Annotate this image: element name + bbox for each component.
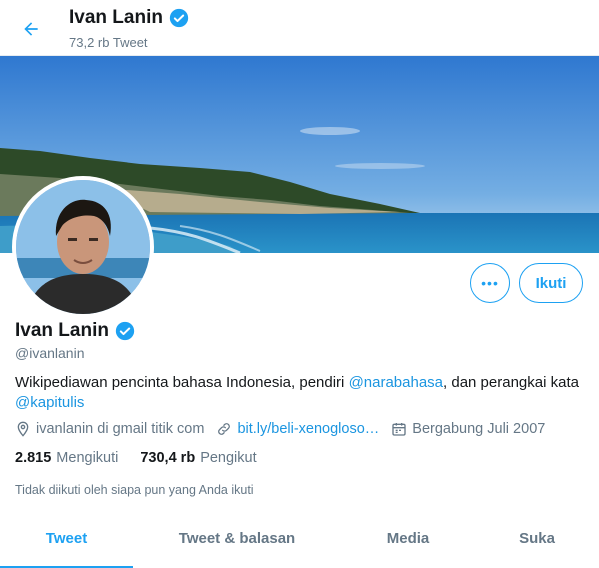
profile-header-bar: Ivan Lanin 73,2 rb Tweet [0, 0, 599, 56]
location-text: ivanlanin di gmail titik com [36, 421, 205, 437]
tab-likes[interactable]: Suka [475, 517, 599, 568]
profile-meta: ivanlanin di gmail titik com bit.ly/beli… [15, 421, 557, 437]
follow-button[interactable]: Ikuti [519, 263, 583, 303]
profile-name: Ivan Lanin [15, 320, 135, 342]
followers-label: Pengikut [200, 450, 257, 466]
profile-name-text: Ivan Lanin [15, 320, 109, 341]
back-button[interactable] [14, 12, 48, 46]
following-label: Mengikuti [56, 450, 119, 466]
following-link[interactable]: 2.815 Mengikuti [15, 450, 118, 466]
profile-stats: 2.815 Mengikuti 730,4 rb Pengikut [15, 450, 279, 466]
profile-website: bit.ly/beli-xenogloso… [216, 421, 379, 437]
joined-text: Bergabung Juli 2007 [412, 421, 546, 437]
followers-count: 730,4 rb [140, 450, 196, 466]
avatar-photo [16, 180, 150, 314]
profile-tabs: Tweet Tweet & balasan Media Suka [0, 517, 599, 568]
profile-handle: @ivanlanin [15, 345, 85, 361]
profile-location: ivanlanin di gmail titik com [15, 421, 204, 437]
verified-badge-icon [115, 321, 135, 341]
header-title: Ivan Lanin [69, 7, 189, 29]
tab-media[interactable]: Media [341, 517, 475, 568]
more-options-button[interactable]: ••• [470, 263, 510, 303]
following-count: 2.815 [15, 450, 52, 466]
mention-link-narabahasa[interactable]: @narabahasa [349, 374, 443, 391]
profile-joined: Bergabung Juli 2007 [391, 421, 545, 437]
header-tweet-count: 73,2 rb Tweet [69, 35, 148, 50]
follow-button-label: Ikuti [535, 274, 567, 292]
mention-link-kapitulis[interactable]: @kapitulis [15, 394, 84, 411]
header-name: Ivan Lanin [69, 7, 163, 28]
bio-text: Wikipediawan pencinta bahasa Indonesia, … [15, 374, 349, 391]
more-dots-icon: ••• [481, 275, 499, 291]
verified-badge-icon [169, 8, 189, 28]
calendar-icon [392, 423, 406, 436]
profile-avatar[interactable] [12, 176, 154, 318]
location-pin-icon [17, 421, 29, 437]
back-arrow-icon [24, 22, 38, 36]
profile-bio: Wikipediawan pencinta bahasa Indonesia, … [15, 373, 585, 413]
tab-tweet[interactable]: Tweet [0, 517, 133, 568]
bio-text-mid: , dan perangkai kata [443, 374, 579, 391]
followers-link[interactable]: 730,4 rb Pengikut [140, 450, 256, 466]
followed-by-note: Tidak diikuti oleh siapa pun yang Anda i… [15, 483, 254, 497]
link-icon [218, 423, 231, 435]
website-link[interactable]: bit.ly/beli-xenogloso… [237, 421, 379, 437]
tab-tweet-replies[interactable]: Tweet & balasan [133, 517, 341, 568]
